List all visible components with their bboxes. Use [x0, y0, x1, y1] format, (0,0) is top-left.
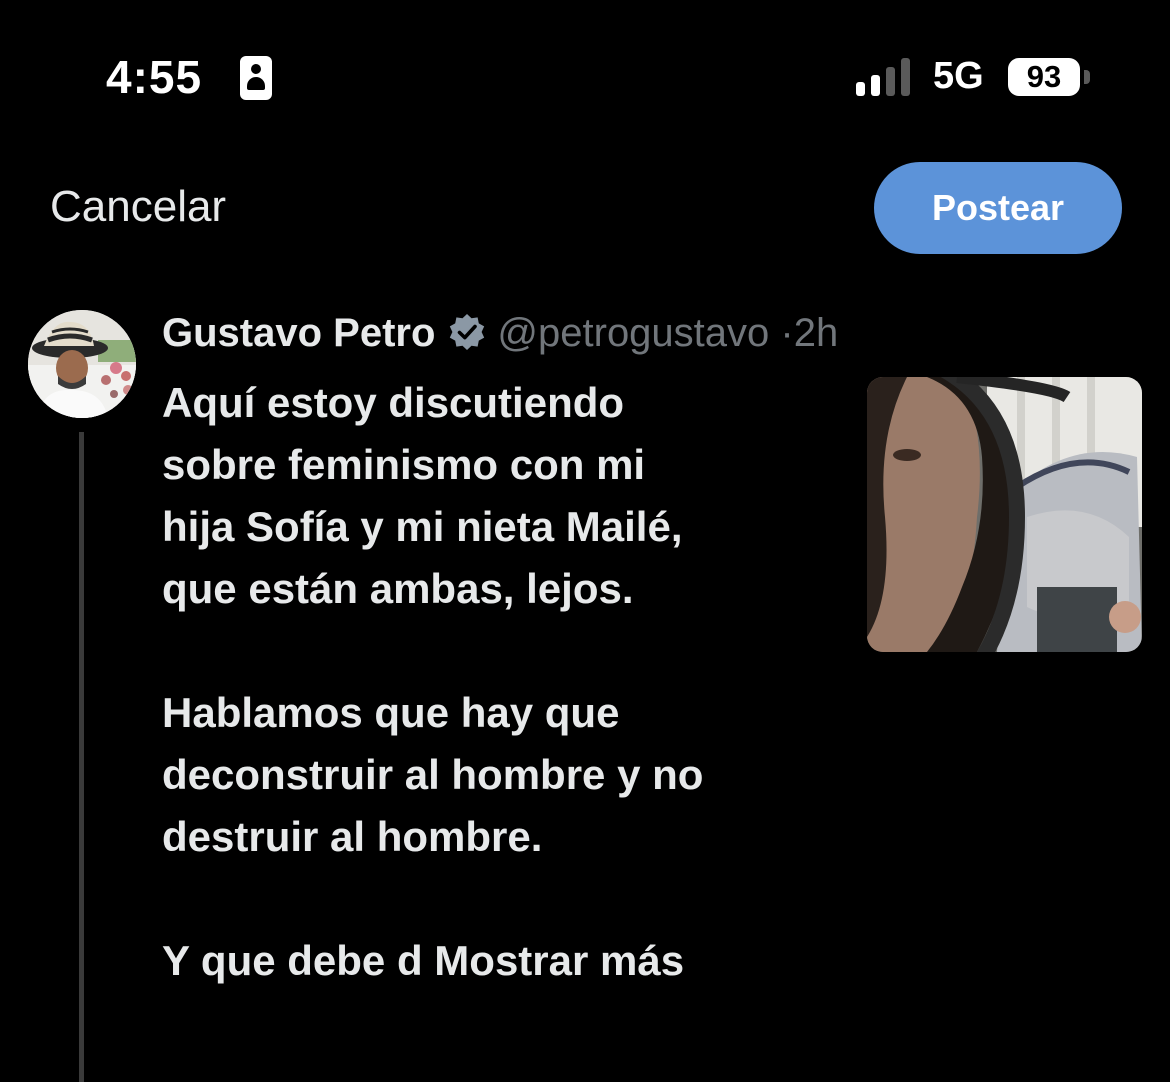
tweet-header: Gustavo Petro @petrogustavo ·2h [162, 308, 838, 358]
tweet-text: Aquí estoy discutiendo sobre feminismo c… [162, 372, 822, 1054]
battery-icon: 93 [1008, 58, 1080, 96]
tweet-age: 2h [793, 311, 839, 355]
author-handle[interactable]: @petrogustavo [497, 311, 769, 355]
separator-dot: · [780, 311, 794, 355]
avatar-photo [28, 310, 136, 418]
network-type: 5G [933, 55, 984, 97]
post-button[interactable]: Postear [874, 162, 1122, 254]
status-time: 4:55 [106, 51, 203, 103]
cellular-signal-icon [856, 58, 916, 96]
author-name[interactable]: Gustavo Petro [162, 311, 435, 355]
tweet-truncated-text: Y que debe d [162, 937, 423, 984]
battery-tip [1084, 70, 1090, 84]
verified-badge-icon [450, 314, 485, 350]
battery-level: 93 [1026, 59, 1062, 94]
cancel-button[interactable]: Cancelar [50, 182, 226, 232]
tweet-media-thumbnail[interactable] [867, 377, 1142, 652]
tweet-paragraph: Hablamos que hay que deconstruir al homb… [162, 689, 704, 860]
show-more-link[interactable]: Mostrar más [434, 937, 684, 984]
media-photo [867, 377, 1142, 652]
avatar[interactable] [28, 310, 136, 418]
status-bar: 4:55 5G 93 [0, 0, 1170, 140]
tweet-paragraph-last: Y que debe d Mostrar más [162, 930, 822, 992]
person-badge-icon [240, 56, 272, 100]
tweet-paragraph: Aquí estoy discutiendo sobre feminismo c… [162, 379, 683, 612]
thread-line [79, 432, 84, 1082]
